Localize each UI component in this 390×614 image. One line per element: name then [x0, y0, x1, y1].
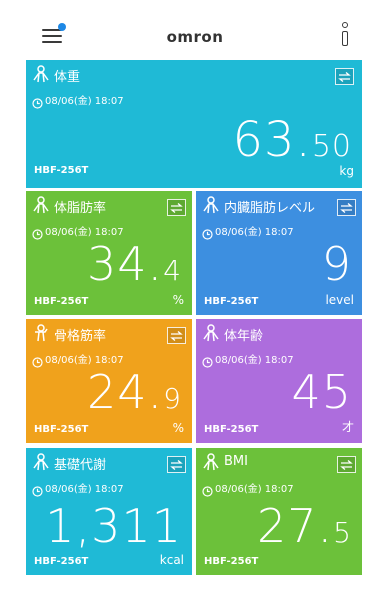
- swap-button[interactable]: [167, 327, 186, 344]
- value-integer: 24.: [87, 365, 164, 419]
- visceral-fat-icon: [202, 196, 220, 214]
- value-integer: 63.: [232, 112, 312, 168]
- app-header: omron: [0, 0, 390, 60]
- value-decimal: 9: [163, 382, 182, 415]
- tile-body-fat[interactable]: 体脂肪率 08/06(金) 18:07 34.4 % HBF-256T: [26, 191, 192, 315]
- brand-logo: omron: [166, 28, 224, 46]
- value-decimal: 4: [163, 254, 182, 287]
- tile-title: 体脂肪率: [54, 201, 107, 216]
- measurement-value: 9: [322, 241, 352, 287]
- measurement-date: 08/06(金) 18:07: [45, 227, 124, 238]
- device-model: HBF-256T: [204, 556, 259, 567]
- tile-basal-metabolism[interactable]: 基礎代謝 08/06(金) 18:07 1,311 kcal HBF-256T: [26, 448, 192, 575]
- measurement-value: 1,311: [45, 503, 182, 549]
- skeletal-muscle-icon: [32, 324, 50, 342]
- info-button[interactable]: [340, 22, 350, 48]
- info-icon-bar: [342, 31, 348, 46]
- clock-icon: [32, 94, 43, 109]
- unit-label: %: [172, 421, 184, 435]
- person-icon: [32, 65, 50, 83]
- device-model: HBF-256T: [34, 424, 89, 435]
- measurement-date: 08/06(金) 18:07: [215, 484, 294, 495]
- clock-icon: [202, 225, 213, 240]
- body-fat-icon: [32, 196, 50, 214]
- unit-label: kcal: [159, 553, 184, 567]
- tile-bmi[interactable]: BMI 08/06(金) 18:07 27.5 HBF-256T: [196, 448, 362, 575]
- swap-button[interactable]: [335, 68, 354, 85]
- device-model: HBF-256T: [34, 165, 89, 176]
- clock-icon: [202, 482, 213, 497]
- measurement-value: 27.5: [257, 503, 352, 549]
- clock-icon: [202, 353, 213, 368]
- info-icon: [342, 22, 348, 28]
- tile-visceral-fat[interactable]: 内臓脂肪レベル 08/06(金) 18:07 9 level HBF-256T: [196, 191, 362, 315]
- value-integer: 27.: [257, 499, 334, 553]
- value-decimal: 50: [311, 129, 352, 164]
- measurement-date: 08/06(金) 18:07: [45, 484, 124, 495]
- tile-title: 内臓脂肪レベル: [224, 201, 316, 216]
- tile-title: 骨格筋率: [54, 329, 107, 344]
- swap-button[interactable]: [337, 199, 356, 216]
- measurement-date: 08/06(金) 18:07: [215, 227, 294, 238]
- device-model: HBF-256T: [204, 424, 259, 435]
- tile-title: BMI: [224, 454, 248, 469]
- clock-icon: [32, 225, 43, 240]
- value-integer: 45: [291, 365, 352, 419]
- measurement-date: 08/06(金) 18:07: [45, 96, 124, 107]
- value-integer: 34.: [87, 237, 164, 291]
- device-model: HBF-256T: [34, 556, 89, 567]
- measurement-value: 63.50: [232, 116, 352, 164]
- value-decimal: 5: [333, 516, 352, 549]
- measurement-date: 08/06(金) 18:07: [45, 355, 124, 366]
- value-integer: 9: [321, 237, 352, 291]
- tile-body-age[interactable]: 体年齢 08/06(金) 18:07 45 才 HBF-256T: [196, 319, 362, 443]
- unit-label: kg: [339, 164, 354, 178]
- device-model: HBF-256T: [34, 296, 89, 307]
- basal-metabolism-icon: [32, 453, 50, 471]
- measurement-date: 08/06(金) 18:07: [215, 355, 294, 366]
- tile-weight[interactable]: 体重 08/06(金) 18:07 63.50 kg HBF-256T: [26, 60, 362, 188]
- clock-icon: [32, 353, 43, 368]
- tile-skeletal-muscle[interactable]: 骨格筋率 08/06(金) 18:07 24.9 % HBF-256T: [26, 319, 192, 443]
- swap-button[interactable]: [167, 199, 186, 216]
- tile-title: 体重: [54, 70, 81, 85]
- bmi-icon: [202, 453, 220, 471]
- tile-title: 基礎代謝: [54, 458, 107, 473]
- value-integer: 1,311: [45, 499, 182, 553]
- unit-label: 才: [341, 420, 354, 434]
- measurement-value: 45: [291, 369, 352, 415]
- measurement-value: 34.4: [87, 241, 182, 287]
- unit-label: %: [172, 293, 184, 307]
- swap-button[interactable]: [337, 456, 356, 473]
- swap-button[interactable]: [167, 456, 186, 473]
- measurement-value: 24.9: [87, 369, 182, 415]
- body-age-icon: [202, 324, 220, 342]
- unit-label: level: [325, 293, 354, 307]
- clock-icon: [32, 482, 43, 497]
- tile-title: 体年齢: [224, 329, 264, 344]
- device-model: HBF-256T: [204, 296, 259, 307]
